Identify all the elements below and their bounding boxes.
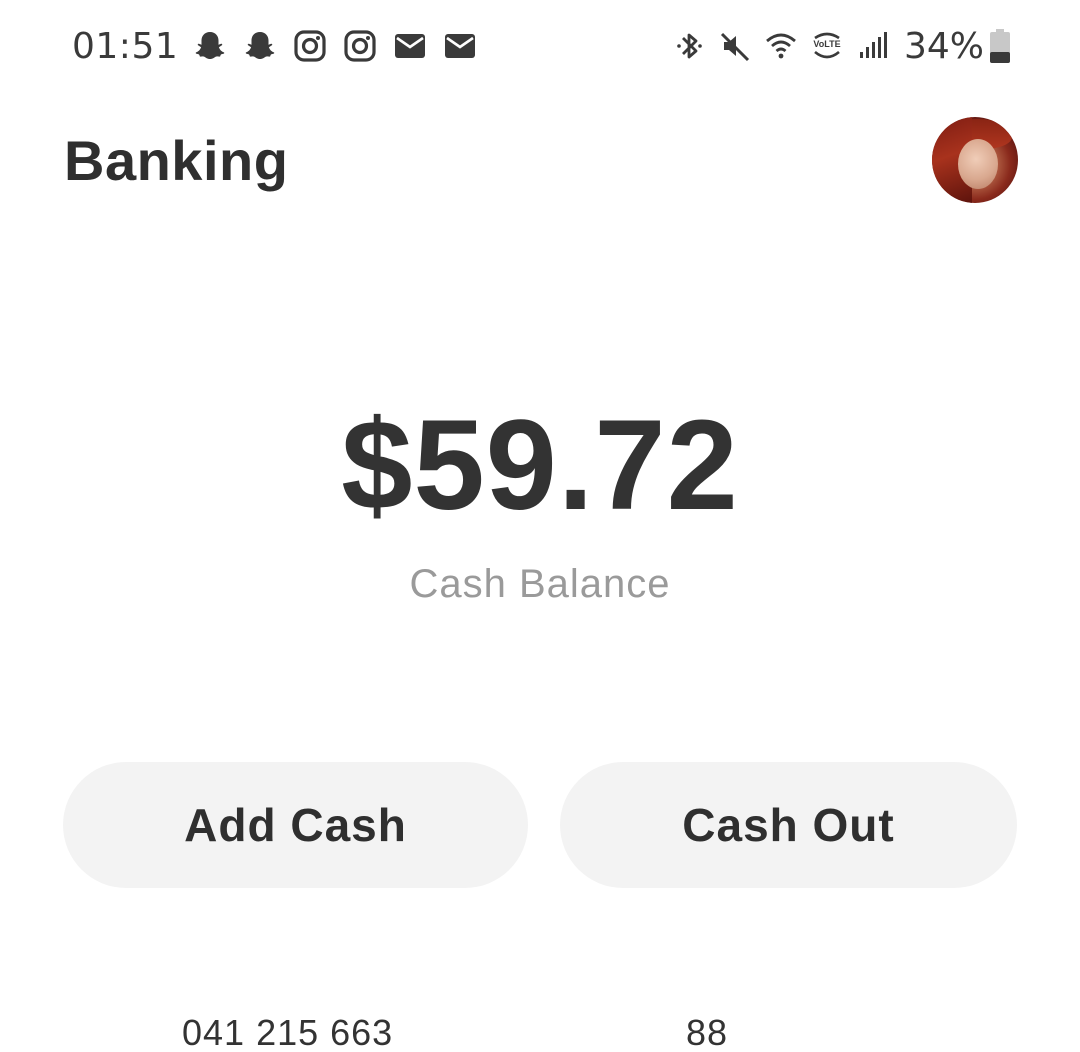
- battery-icon: [990, 29, 1010, 63]
- status-left: 01:51: [72, 24, 492, 68]
- cash-balance-label: Cash Balance: [409, 562, 671, 606]
- avatar[interactable]: [932, 117, 1018, 203]
- bluetooth-icon: [672, 28, 706, 64]
- page-title: Banking: [64, 129, 289, 192]
- instagram-icon: [342, 28, 378, 64]
- status-time: 01:51: [72, 25, 179, 67]
- mute-icon: [718, 28, 752, 64]
- status-bar: 01:51 VoLTE 34%: [0, 0, 1080, 92]
- snapchat-icon: [192, 28, 228, 64]
- volte-icon: VoLTE: [810, 28, 844, 64]
- add-cash-button[interactable]: Add Cash: [63, 762, 528, 888]
- mail-icon: [392, 28, 428, 64]
- instagram-icon: [292, 28, 328, 64]
- account-details-row: 041 215 663 88: [0, 1012, 1080, 1052]
- cash-balance-amount: $59.72: [341, 394, 739, 537]
- svg-text:VoLTE: VoLTE: [813, 39, 840, 49]
- mail-icon: [442, 28, 478, 64]
- signal-icon: [856, 28, 890, 64]
- status-right: VoLTE 34%: [660, 24, 1010, 68]
- snapchat-icon: [242, 28, 278, 64]
- cash-out-button[interactable]: Cash Out: [560, 762, 1017, 888]
- routing-number[interactable]: 88: [686, 1012, 728, 1052]
- account-number[interactable]: 041 215 663: [182, 1012, 393, 1052]
- battery-percent: 34%: [903, 25, 984, 67]
- avatar-face: [958, 139, 998, 189]
- wifi-icon: [764, 28, 798, 64]
